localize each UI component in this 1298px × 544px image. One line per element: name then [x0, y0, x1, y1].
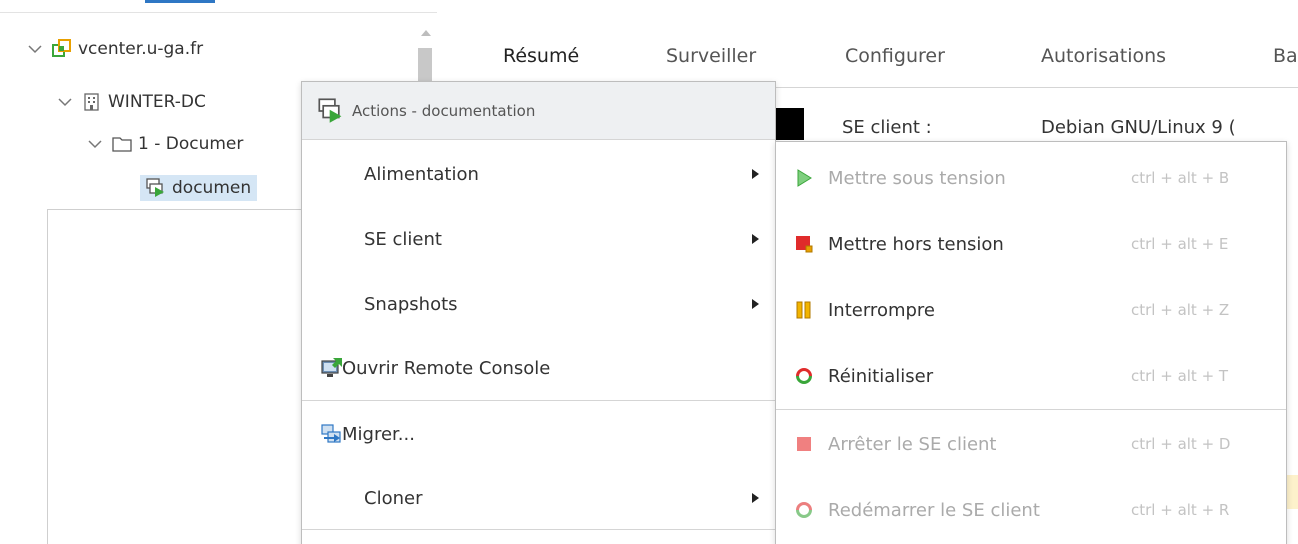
menu-header: Actions - documentation	[302, 82, 775, 140]
menu-item-alimentation[interactable]: Alimentation	[302, 142, 775, 206]
tabs-bar: Résumé Surveiller Configurer Autorisatio…	[437, 10, 1298, 88]
menu-item-label: Snapshots	[364, 293, 458, 315]
submenu-item-restart-guest[interactable]: Redémarrer le SE client ctrl + alt + R	[776, 477, 1286, 543]
actions-context-menu: Actions - documentation Alimentation SE …	[301, 81, 776, 544]
reset-icon	[794, 366, 814, 386]
menu-separator	[302, 400, 775, 401]
submenu-item-suspend[interactable]: Interrompre ctrl + alt + Z	[776, 277, 1286, 343]
warning-banner	[1287, 475, 1298, 509]
menu-item-label: Ouvrir Remote Console	[342, 357, 551, 379]
tree-item-label: documen	[172, 178, 252, 198]
submenu-item-power-on[interactable]: Mettre sous tension ctrl + alt + B	[776, 145, 1286, 211]
submenu-item-label: Mettre sous tension	[828, 167, 1006, 189]
power-off-icon	[794, 234, 814, 254]
power-submenu: Mettre sous tension ctrl + alt + B Mettr…	[775, 141, 1287, 544]
tree-item-vcenter[interactable]: vcenter.u-ga.fr	[24, 36, 203, 62]
vm-icon	[146, 178, 166, 198]
power-on-icon	[794, 168, 814, 188]
tab-overflow[interactable]: Ba	[1273, 45, 1298, 67]
shutdown-guest-icon	[794, 434, 814, 454]
tree-item-vm[interactable]: documen	[140, 175, 258, 201]
submenu-separator	[776, 409, 1286, 410]
submenu-item-reset[interactable]: Réinitialiser ctrl + alt + T	[776, 343, 1286, 409]
tab-surveiller[interactable]: Surveiller	[666, 45, 756, 67]
suspend-icon	[794, 300, 814, 320]
tree-item-datacenter[interactable]: WINTER-DC	[54, 89, 206, 115]
menu-item-remote-console[interactable]: Ouvrir Remote Console	[302, 336, 775, 400]
vm-icon	[318, 97, 344, 124]
tree-divider	[0, 12, 437, 13]
submenu-item-label: Interrompre	[828, 299, 935, 321]
menu-item-label: Migrer...	[342, 423, 415, 445]
submenu-item-shutdown-guest[interactable]: Arrêter le SE client ctrl + alt + D	[776, 411, 1286, 477]
chevron-down-icon[interactable]	[24, 38, 46, 60]
restart-guest-icon	[794, 500, 814, 520]
shortcut-hint: ctrl + alt + R	[1131, 501, 1230, 519]
menu-item-label: Alimentation	[364, 163, 479, 185]
tree-item-label: WINTER-DC	[108, 92, 206, 112]
menu-item-label: SE client	[364, 228, 442, 250]
menu-separator	[302, 529, 775, 530]
submenu-item-power-off[interactable]: Mettre hors tension ctrl + alt + E	[776, 211, 1286, 277]
menu-item-cloner[interactable]: Cloner	[302, 466, 775, 530]
migrate-icon	[320, 422, 344, 446]
menu-item-se-client[interactable]: SE client	[302, 207, 775, 271]
menu-header-title: Actions - documentation	[352, 101, 536, 120]
shortcut-hint: ctrl + alt + Z	[1131, 301, 1230, 319]
shortcut-hint: ctrl + alt + T	[1131, 367, 1229, 385]
submenu-item-label: Mettre hors tension	[828, 233, 1004, 255]
submenu-arrow-icon	[752, 493, 759, 503]
datacenter-icon	[82, 92, 102, 112]
chevron-down-icon[interactable]	[54, 91, 76, 113]
tab-autorisations[interactable]: Autorisations	[1041, 45, 1166, 67]
menu-item-label: Cloner	[364, 487, 423, 509]
tree-item-label: vcenter.u-ga.fr	[78, 39, 204, 59]
submenu-arrow-icon	[752, 234, 759, 244]
tree-item-folder[interactable]: 1 - Documer	[84, 131, 243, 157]
menu-item-migrer[interactable]: Migrer...	[302, 402, 775, 466]
submenu-item-label: Arrêter le SE client	[828, 433, 997, 455]
submenu-item-label: Réinitialiser	[828, 365, 934, 387]
submenu-arrow-icon	[752, 299, 759, 309]
menu-item-snapshots[interactable]: Snapshots	[302, 272, 775, 336]
tab-configurer[interactable]: Configurer	[845, 45, 945, 67]
scroll-up-icon[interactable]	[421, 30, 431, 36]
vcenter-icon	[52, 39, 72, 59]
shortcut-hint: ctrl + alt + D	[1131, 435, 1231, 453]
active-tab-indicator	[145, 0, 215, 3]
folder-icon	[112, 134, 132, 154]
remote-console-icon	[320, 356, 344, 380]
chevron-down-icon[interactable]	[84, 133, 106, 155]
se-client-value: Debian GNU/Linux 9 (	[1041, 117, 1236, 138]
submenu-arrow-icon	[752, 169, 759, 179]
submenu-item-label: Redémarrer le SE client	[828, 499, 1040, 521]
tree-item-label: 1 - Documer	[138, 134, 244, 154]
tab-resume[interactable]: Résumé	[503, 45, 579, 67]
se-client-label: SE client :	[842, 117, 932, 138]
shortcut-hint: ctrl + alt + B	[1131, 169, 1230, 187]
shortcut-hint: ctrl + alt + E	[1131, 235, 1229, 253]
